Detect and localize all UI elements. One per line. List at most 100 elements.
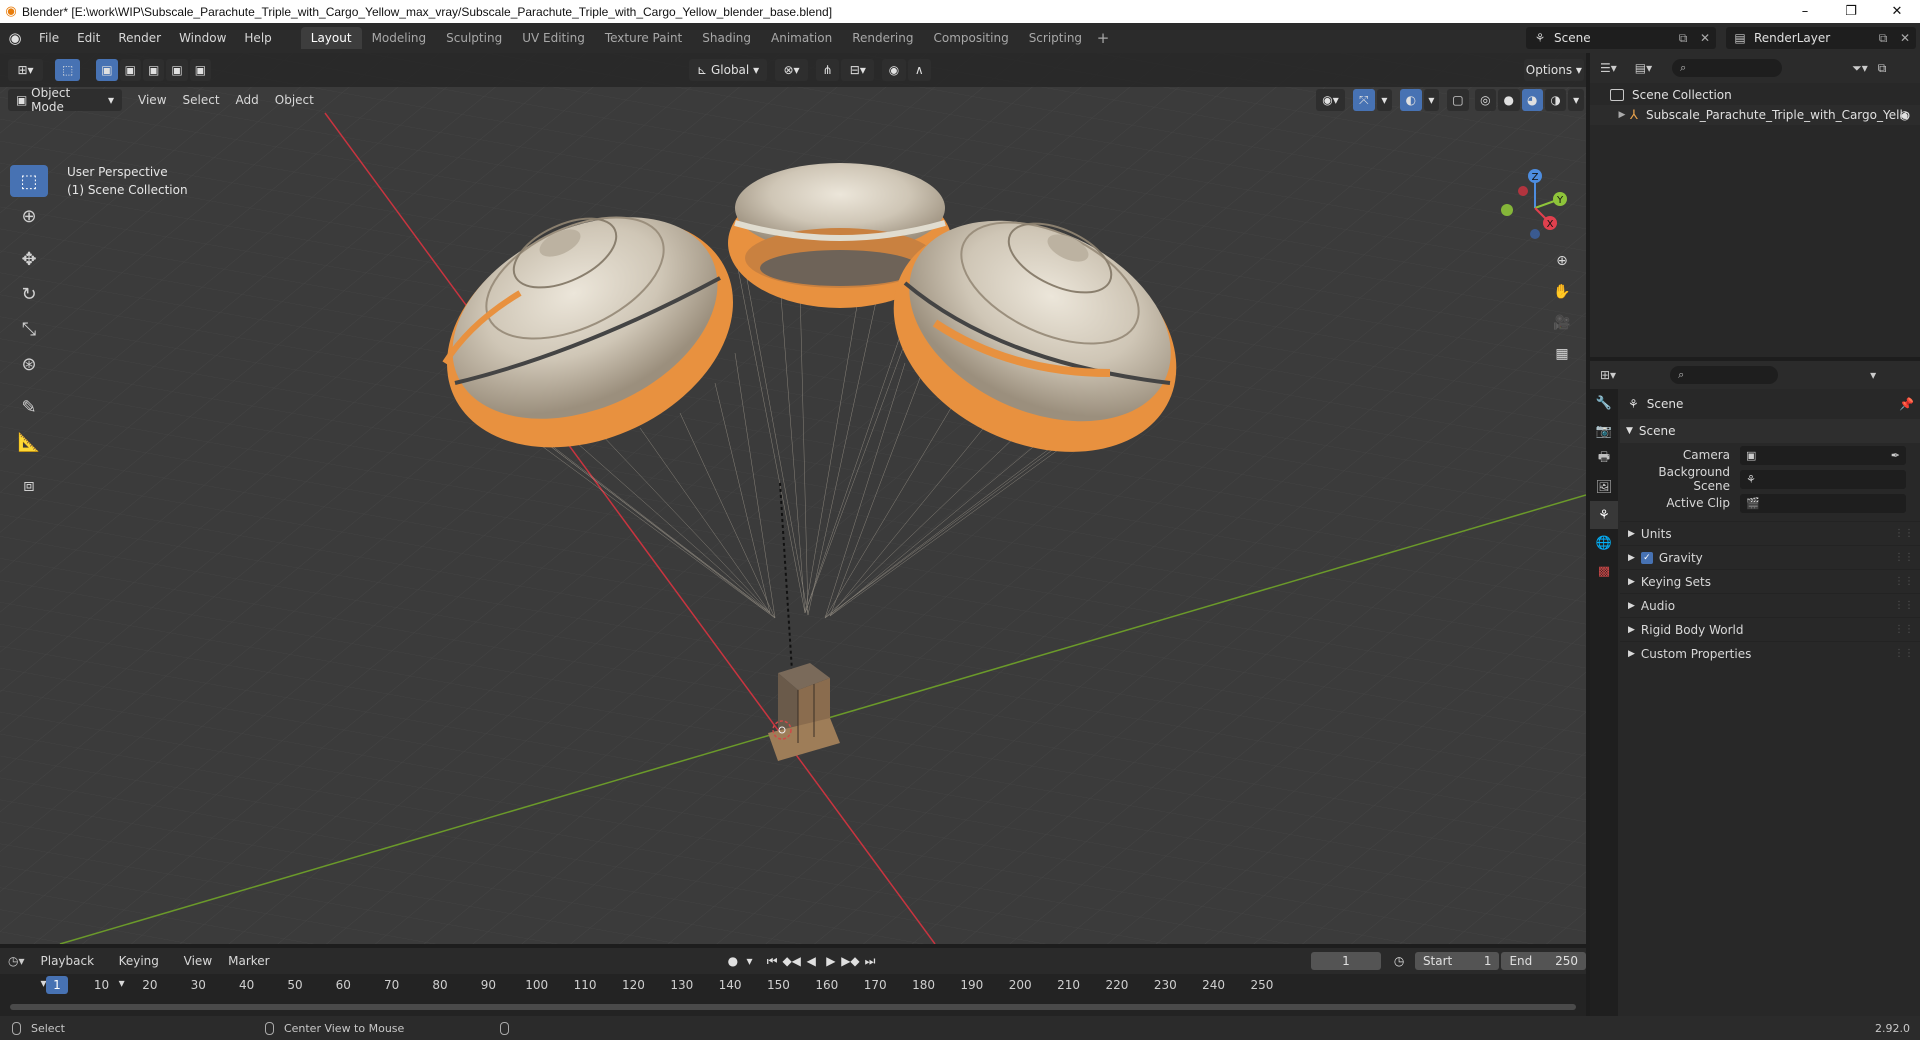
transform-orientation-select[interactable]: ⊾ Global ▾	[689, 59, 767, 81]
outliner-editor-type-icon[interactable]: ☰▾	[1600, 61, 1617, 75]
add-workspace-button[interactable]: +	[1092, 27, 1114, 49]
tab-scripting[interactable]: Scripting	[1019, 27, 1092, 49]
menu-render[interactable]: Render	[109, 27, 170, 49]
minimize-button[interactable]: –	[1782, 0, 1828, 23]
camera-field[interactable]: ▣ ✒	[1740, 445, 1906, 465]
select-invert-icon[interactable]: ▣	[166, 59, 188, 81]
3d-viewport[interactable]: ⊞▾ ⬚ ▣ ▣ ▣ ▣ ▣ ⊾ Global ▾ ⊗▾ ⋔ ⊟▾ ◉ ∧ Op…	[0, 53, 1586, 944]
camera-view-icon[interactable]: 🎥	[1550, 311, 1574, 335]
rotate-icon[interactable]: ↻	[10, 278, 48, 310]
select-new-icon[interactable]: ▣	[96, 59, 118, 81]
close-button[interactable]: ✕	[1874, 0, 1920, 23]
timeline-editor-type-icon[interactable]: ◷▾	[8, 954, 25, 968]
tab-sculpting[interactable]: Sculpting	[436, 27, 512, 49]
gizmo-toggle-icon[interactable]: ⤧	[1353, 89, 1375, 111]
menu-file[interactable]: File	[30, 27, 68, 49]
custom-properties-panel[interactable]: ▶ Custom Properties ⋮⋮	[1620, 641, 1920, 665]
solid-shading-icon[interactable]: ●	[1498, 89, 1520, 111]
navigation-gizmo[interactable]: Z Y X	[1495, 166, 1575, 246]
play-reverse-icon[interactable]: ◀	[801, 951, 821, 971]
scene-panel-header[interactable]: ▼ Scene	[1620, 419, 1920, 443]
outliner-row-scene-collection[interactable]: Scene Collection	[1590, 85, 1920, 105]
disclosure-triangle-icon[interactable]: ▶	[1614, 110, 1630, 120]
properties-options-icon[interactable]: ▾	[1870, 368, 1876, 382]
measure-icon[interactable]: 📐	[10, 426, 48, 458]
drag-grip-icon[interactable]: ⋮⋮	[1894, 528, 1914, 539]
playhead-frame-indicator[interactable]: 1	[46, 976, 68, 994]
tab-compositing[interactable]: Compositing	[923, 27, 1018, 49]
drag-grip-icon[interactable]: ⋮⋮	[1894, 624, 1914, 635]
menu-window[interactable]: Window	[170, 27, 235, 49]
gizmo-dropdown-icon[interactable]: ▾	[1376, 89, 1393, 111]
material-shading-icon[interactable]: ◕	[1521, 89, 1543, 111]
preview-range-icon[interactable]: ◷	[1389, 951, 1409, 971]
end-frame-field[interactable]: End 250	[1501, 952, 1586, 970]
proportional-edit-icon[interactable]: ◉	[882, 59, 906, 81]
cursor-icon[interactable]: ⊕	[10, 200, 48, 232]
pivot-point-icon[interactable]: ⊗▾	[774, 59, 808, 81]
view-layer-selector[interactable]: ▤ RenderLayer ⧉ ✕	[1726, 27, 1916, 49]
play-icon[interactable]: ▶	[821, 951, 841, 971]
filter-icon[interactable]: ⏷▾	[1852, 61, 1868, 76]
timeline-scrollbar[interactable]	[10, 1004, 1576, 1010]
jump-start-icon[interactable]: ⏮	[762, 951, 782, 971]
menu-keying[interactable]: Keying ▾	[111, 950, 176, 990]
keying-sets-panel[interactable]: ▶ Keying Sets ⋮⋮	[1620, 569, 1920, 593]
pin-icon[interactable]: 📌	[1899, 397, 1914, 411]
drag-grip-icon[interactable]: ⋮⋮	[1894, 600, 1914, 611]
select-box-icon[interactable]: ⬚	[10, 165, 48, 197]
menu-add[interactable]: Add	[228, 89, 267, 111]
remove-scene-icon[interactable]: ✕	[1694, 31, 1716, 45]
drag-grip-icon[interactable]: ⋮⋮	[1894, 552, 1914, 563]
tab-texture-paint[interactable]: Texture Paint	[595, 27, 692, 49]
snap-icon[interactable]: ⋔	[816, 59, 840, 81]
jump-end-icon[interactable]: ⏭	[860, 951, 880, 971]
active-clip-field[interactable]: 🎬	[1740, 493, 1906, 513]
scene-selector[interactable]: ⚘ Scene ⧉ ✕	[1526, 27, 1716, 49]
restore-button[interactable]: ❐	[1828, 0, 1874, 23]
rendered-shading-icon[interactable]: ◑	[1544, 89, 1567, 111]
world-tab-icon[interactable]: 🌐	[1590, 529, 1618, 557]
current-frame-field[interactable]: 1	[1310, 952, 1382, 970]
background-scene-field[interactable]: ⚘	[1740, 469, 1906, 489]
new-view-layer-icon[interactable]: ⧉	[1872, 31, 1894, 46]
add-cube-icon[interactable]: ⧈	[10, 469, 48, 501]
transform-icon[interactable]: ⊛	[10, 348, 48, 380]
record-dropdown-icon[interactable]: ▾	[743, 951, 757, 971]
options-button[interactable]: Options ▾	[1523, 59, 1584, 81]
outliner-row-object[interactable]: ▶ ⅄ Subscale_Parachute_Triple_with_Cargo…	[1590, 105, 1920, 125]
properties-search-input[interactable]: ⌕	[1670, 366, 1779, 384]
select-mode-icon[interactable]: ⬚	[54, 59, 81, 81]
tab-animation[interactable]: Animation	[761, 27, 842, 49]
tool-tab-icon[interactable]: 🔧	[1590, 389, 1618, 417]
annotate-icon[interactable]: ✎	[10, 391, 48, 423]
blender-menu-icon[interactable]: ◉	[0, 23, 30, 53]
gizmo-neg-x-icon[interactable]	[1518, 186, 1528, 196]
menu-select[interactable]: Select	[175, 89, 228, 111]
overlay-toggle-icon[interactable]: ◐	[1400, 89, 1422, 111]
menu-edit[interactable]: Edit	[68, 27, 109, 49]
snap-target-icon[interactable]: ⊟▾	[841, 59, 875, 81]
tab-shading[interactable]: Shading	[692, 27, 761, 49]
tab-rendering[interactable]: Rendering	[842, 27, 923, 49]
new-scene-icon[interactable]: ⧉	[1672, 31, 1694, 46]
scene-tab-icon[interactable]: ⚘	[1590, 501, 1618, 529]
tab-layout[interactable]: Layout	[300, 27, 362, 49]
output-tab-icon[interactable]: 🖶	[1590, 445, 1618, 473]
audio-panel[interactable]: ▶ Audio ⋮⋮	[1620, 593, 1920, 617]
jump-keyframe-forward-icon[interactable]: ▶◆	[841, 951, 861, 971]
select-subtract-icon[interactable]: ▣	[143, 59, 165, 81]
menu-help[interactable]: Help	[235, 27, 280, 49]
move-icon[interactable]: ✥	[10, 243, 48, 275]
view-layer-tab-icon[interactable]: 🖼	[1590, 473, 1618, 501]
select-intersect-icon[interactable]: ▣	[189, 59, 212, 81]
texture-tab-icon[interactable]: ▩	[1590, 557, 1618, 585]
gravity-panel[interactable]: ▶ ✓ Gravity ⋮⋮	[1620, 545, 1920, 569]
select-extend-icon[interactable]: ▣	[119, 59, 141, 81]
gizmo-neg-z-icon[interactable]	[1530, 229, 1540, 239]
new-collection-icon[interactable]: ⧉	[1878, 61, 1887, 76]
render-tab-icon[interactable]: 📷	[1590, 417, 1618, 445]
menu-object[interactable]: Object	[267, 89, 322, 111]
timeline-ruler[interactable]: 1 10 20 30 40 50 60 70 80 90 100 110 120 130 140 150 16…	[0, 974, 1586, 998]
units-panel[interactable]: ▶ Units ⋮⋮	[1620, 521, 1920, 545]
